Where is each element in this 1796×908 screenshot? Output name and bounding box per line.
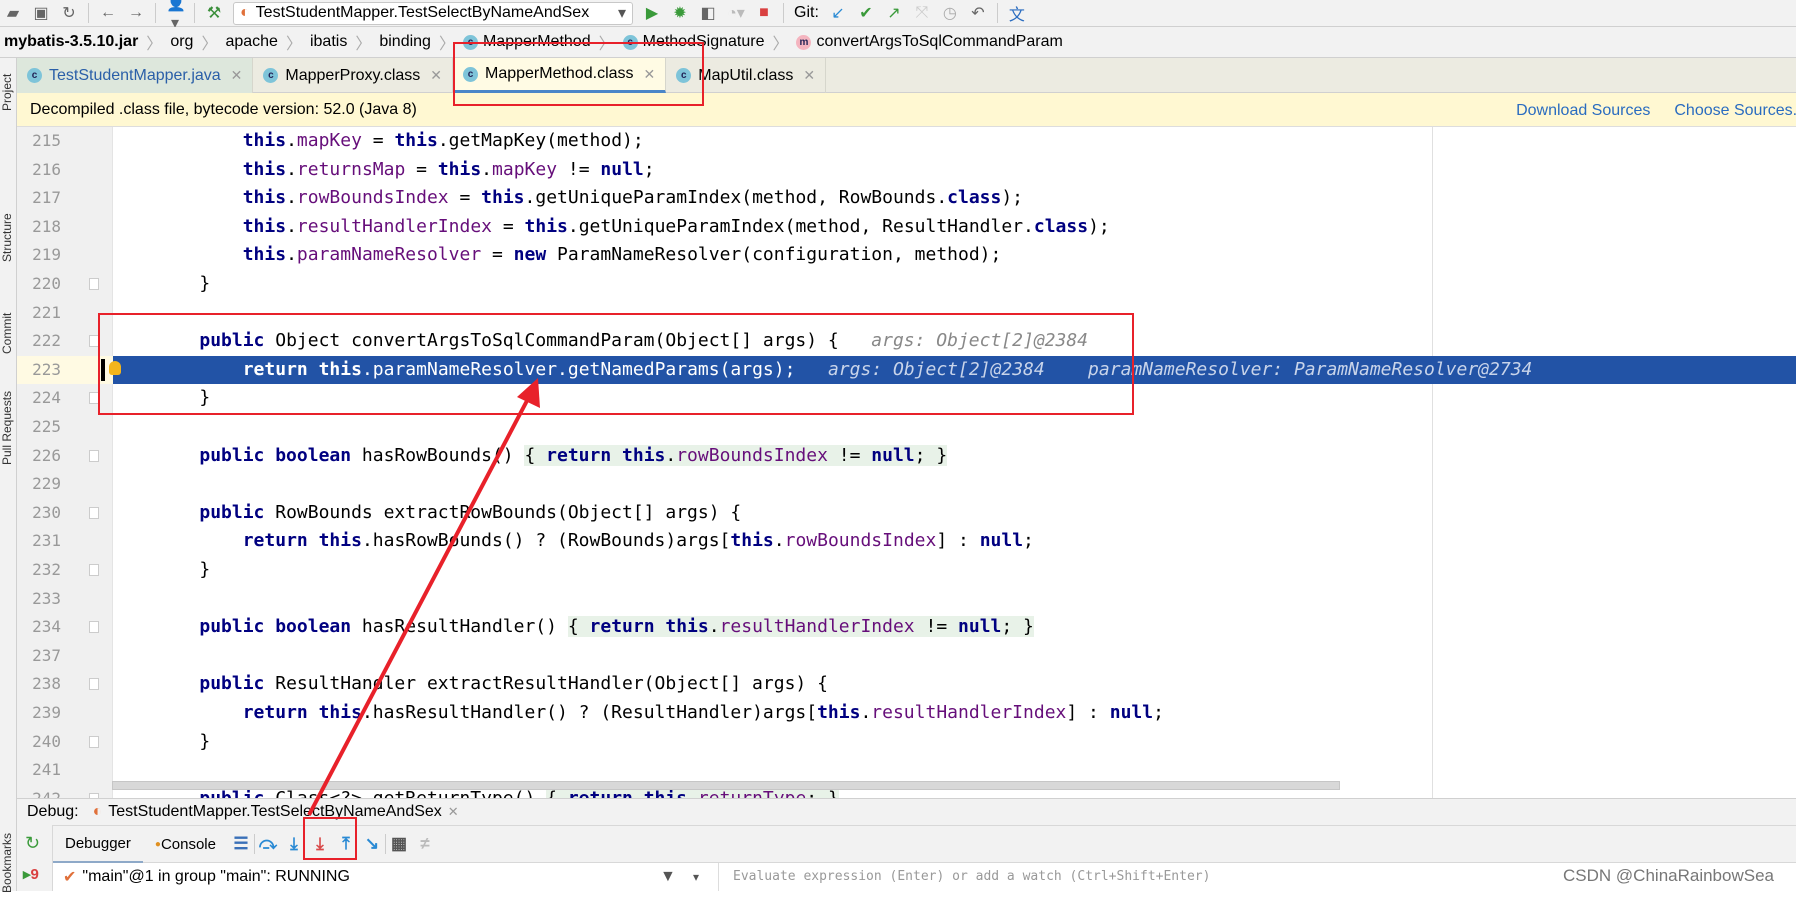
annotation-arrow xyxy=(307,378,540,816)
